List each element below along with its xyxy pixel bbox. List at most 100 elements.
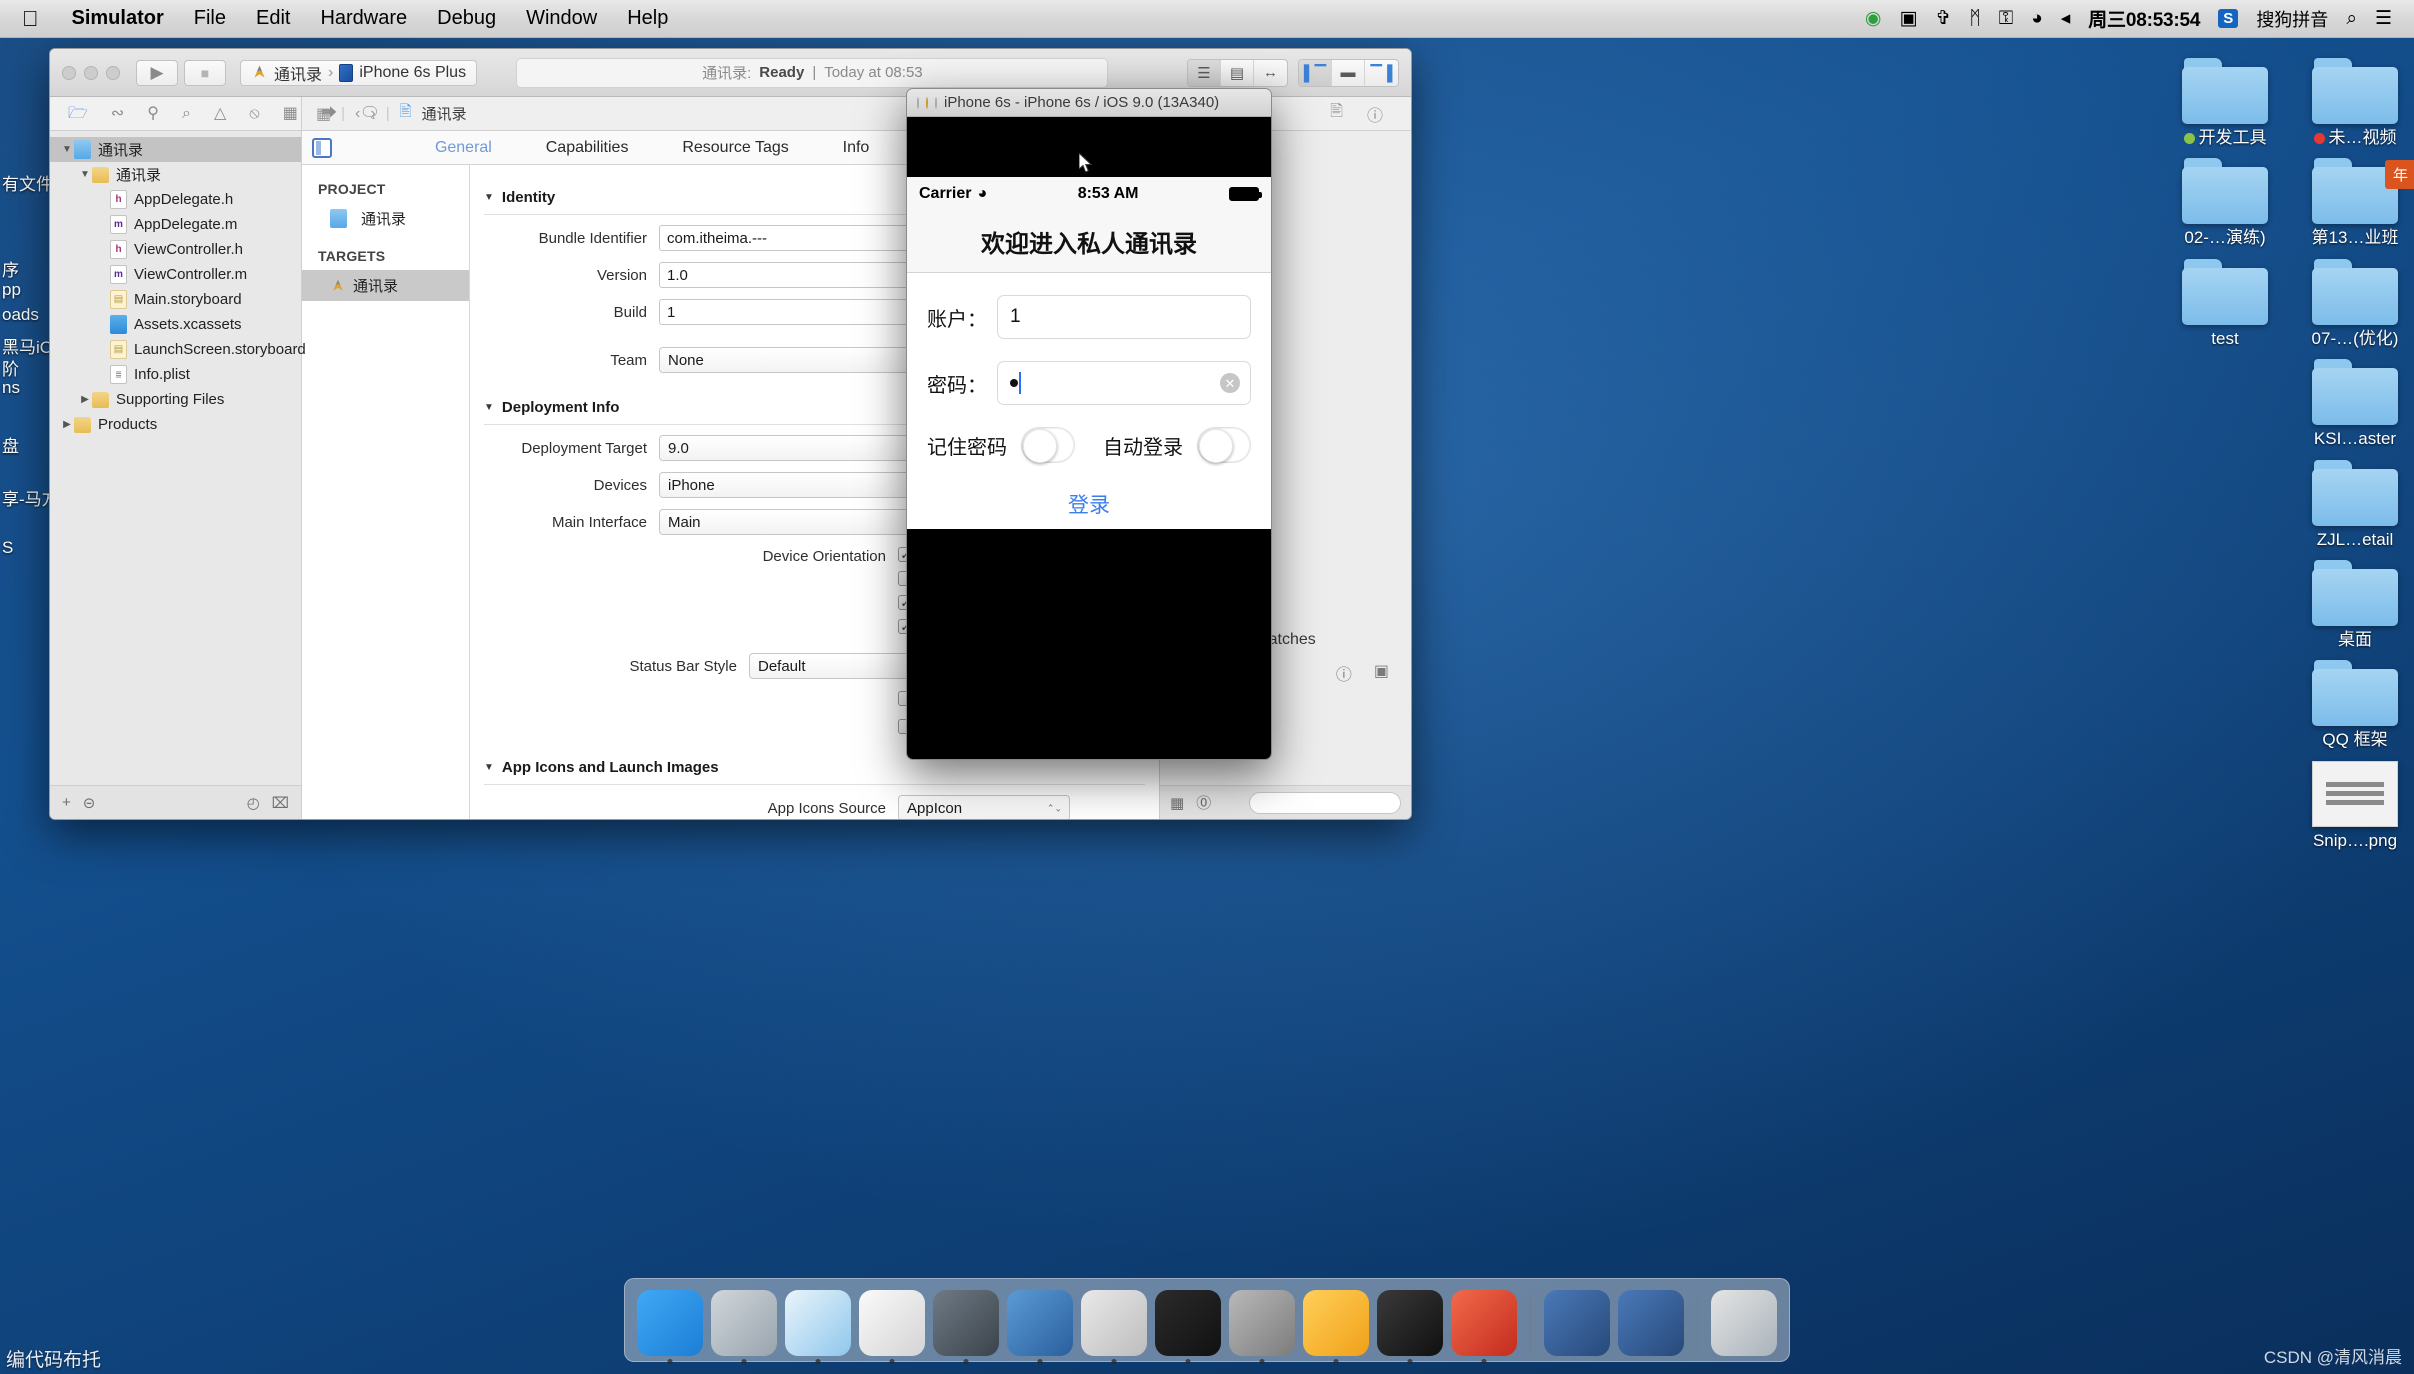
preferences-icon[interactable] bbox=[1229, 1290, 1295, 1364]
airplane-icon[interactable]: ✞ bbox=[1935, 9, 1951, 28]
close-button[interactable] bbox=[62, 65, 76, 80]
simulator-zoom-button[interactable] bbox=[935, 96, 937, 109]
menu-edit[interactable]: Edit bbox=[241, 7, 305, 30]
jumpbar-file-name[interactable]: 通讯录 bbox=[422, 103, 467, 124]
find-navigator-icon[interactable]: ⌕ bbox=[182, 105, 191, 122]
add-file-button[interactable]: + bbox=[62, 794, 71, 811]
desktop-icon[interactable]: 07-…(优化) bbox=[2296, 258, 2414, 349]
scm-filter-icon[interactable]: ⌧ bbox=[272, 794, 289, 812]
desktop-icon[interactable]: 桌面 bbox=[2296, 559, 2414, 650]
apple-menu-icon[interactable]:  bbox=[0, 7, 57, 30]
stop-button[interactable]: ■ bbox=[184, 59, 226, 86]
library-panel-icon[interactable]: ▣ bbox=[1374, 661, 1389, 685]
library-filter-icon[interactable]: ⓪ bbox=[1196, 792, 1211, 813]
trash-icon[interactable] bbox=[1711, 1290, 1777, 1356]
toggle-utilities-button[interactable]: ▔▐ bbox=[1365, 60, 1398, 86]
desktop-icon[interactable]: test bbox=[2166, 258, 2284, 349]
menubar-clock[interactable]: 周三08:53:54 bbox=[2088, 5, 2200, 32]
symbol-navigator-icon[interactable]: ⚲ bbox=[147, 105, 159, 122]
scheme-selector[interactable]: 通讯录 › iPhone 6s Plus bbox=[240, 59, 478, 86]
screens-icon[interactable] bbox=[1544, 1290, 1610, 1356]
notification-center-icon[interactable]: ☰ bbox=[2375, 9, 2392, 28]
remember-password-switch[interactable] bbox=[1021, 427, 1075, 463]
disclosure-triangle-icon[interactable]: ▶ bbox=[78, 394, 92, 405]
disclosure-triangle-icon[interactable]: ▶ bbox=[60, 419, 74, 430]
tree-row[interactable]: ▼ 通讯录 bbox=[50, 162, 301, 187]
editor-mode-segmented[interactable]: ☰ ▤ ↔ bbox=[1186, 58, 1288, 87]
spotlight-search-icon[interactable]: ⌕ bbox=[2346, 9, 2357, 28]
library-search-input[interactable] bbox=[1249, 791, 1401, 814]
password-input[interactable]: ✕ bbox=[997, 361, 1251, 405]
source-control-navigator-icon[interactable]: ∾ bbox=[111, 105, 124, 122]
tab-resource-tags[interactable]: Resource Tags bbox=[682, 139, 788, 157]
project-navigator-icon[interactable]: 🗁 bbox=[68, 105, 88, 122]
exec-icon[interactable] bbox=[1377, 1290, 1443, 1364]
remote-icon[interactable] bbox=[1618, 1290, 1684, 1356]
tree-row[interactable]: ▤ Main.storyboard bbox=[50, 287, 301, 312]
appicons-disclosure-icon[interactable]: ▼ bbox=[484, 762, 494, 773]
disclosure-triangle-icon[interactable]: ▼ bbox=[60, 144, 74, 155]
auto-login-switch[interactable] bbox=[1197, 427, 1251, 463]
ime-label[interactable]: 搜狗拼音 bbox=[2256, 6, 2328, 32]
tree-row[interactable]: ▶ Supporting Files bbox=[50, 387, 301, 412]
project-navigator-toggle-icon[interactable] bbox=[312, 137, 332, 158]
back-icon[interactable]: ‹ bbox=[355, 105, 360, 123]
volume-icon[interactable]: ◂ bbox=[2061, 9, 2071, 28]
desktop-side-tab[interactable]: 年 bbox=[2385, 160, 2414, 189]
simulator-close-button[interactable] bbox=[917, 96, 919, 109]
tree-row[interactable]: m ViewController.m bbox=[50, 262, 301, 287]
tree-row[interactable]: h AppDelegate.h bbox=[50, 187, 301, 212]
library-clock-icon[interactable]: ⓘ bbox=[1336, 661, 1352, 685]
menu-hardware[interactable]: Hardware bbox=[305, 7, 422, 30]
tab-capabilities[interactable]: Capabilities bbox=[546, 139, 629, 157]
lock-icon[interactable]: ⚿ bbox=[1999, 9, 2013, 28]
test-navigator-icon[interactable]: ⦸ bbox=[249, 105, 259, 122]
zoom-button[interactable] bbox=[106, 65, 120, 80]
forward-icon[interactable]: › bbox=[370, 105, 375, 123]
desktop-icon[interactable]: QQ 框架 bbox=[2296, 660, 2414, 750]
menu-window[interactable]: Window bbox=[511, 7, 612, 30]
desktop-icon[interactable]: KSI…aster bbox=[2296, 359, 2414, 449]
related-items-icon[interactable]: ▦ bbox=[316, 104, 331, 124]
play-status-icon[interactable]: ◉ bbox=[1865, 9, 1882, 28]
menu-simulator[interactable]: Simulator bbox=[57, 7, 179, 30]
launchpad-icon[interactable] bbox=[711, 1290, 777, 1364]
version-editor-button[interactable]: ↔ bbox=[1254, 60, 1287, 86]
deployment-disclosure-icon[interactable]: ▼ bbox=[484, 402, 494, 413]
appicons-section-header[interactable]: ▼ App Icons and Launch Images bbox=[470, 759, 1159, 776]
assistant-editor-button[interactable]: ▤ bbox=[1221, 59, 1254, 86]
clear-text-icon[interactable]: ✕ bbox=[1220, 373, 1240, 393]
library-grid-icon[interactable]: ▦ bbox=[1170, 794, 1184, 812]
minimize-button[interactable] bbox=[84, 65, 98, 80]
desktop-icon[interactable]: 未…视频 bbox=[2296, 58, 2414, 148]
safari-icon[interactable] bbox=[785, 1290, 851, 1364]
tree-row[interactable]: m AppDelegate.m bbox=[50, 212, 301, 237]
terminal-icon[interactable] bbox=[1155, 1290, 1221, 1364]
sketch-icon[interactable] bbox=[1303, 1290, 1369, 1364]
window-traffic-lights[interactable] bbox=[62, 65, 120, 80]
project-item[interactable]: 通讯录 bbox=[302, 203, 469, 234]
tree-row[interactable]: ▤ LaunchScreen.storyboard bbox=[50, 337, 306, 362]
wifi-icon[interactable]: ◕ bbox=[2031, 9, 2042, 28]
tab-general[interactable]: General bbox=[435, 139, 492, 157]
toggle-navigator-button[interactable]: ▌▔ bbox=[1298, 59, 1332, 86]
simulator-minimize-button[interactable] bbox=[926, 96, 928, 109]
player-icon[interactable] bbox=[1451, 1290, 1517, 1364]
tree-row[interactable]: ▶ Products bbox=[50, 412, 301, 437]
tab-info[interactable]: Info bbox=[843, 139, 870, 157]
screen-recording-icon[interactable]: ▣ bbox=[1899, 9, 1917, 28]
account-input[interactable]: 1 bbox=[997, 295, 1251, 339]
file-inspector-icon[interactable]: 🖹 bbox=[1330, 100, 1343, 127]
debug-navigator-icon[interactable]: ▦ bbox=[283, 105, 298, 122]
desktop-icon[interactable]: 开发工具 bbox=[2166, 58, 2284, 148]
issue-navigator-icon[interactable]: △ bbox=[214, 105, 226, 122]
desktop-icon[interactable]: 02-…演练) bbox=[2166, 158, 2284, 248]
tree-row[interactable]: ≣ Info.plist bbox=[50, 362, 301, 387]
login-button[interactable]: 登录 bbox=[927, 489, 1251, 529]
disclosure-triangle-icon[interactable]: ▼ bbox=[78, 169, 92, 180]
toggle-debug-area-button[interactable]: ▬ bbox=[1332, 59, 1365, 86]
standard-editor-button[interactable]: ☰ bbox=[1187, 59, 1221, 86]
tree-row[interactable]: Assets.xcassets bbox=[50, 312, 301, 337]
menu-file[interactable]: File bbox=[179, 7, 241, 30]
ime-badge-icon[interactable]: S bbox=[2218, 9, 2239, 28]
